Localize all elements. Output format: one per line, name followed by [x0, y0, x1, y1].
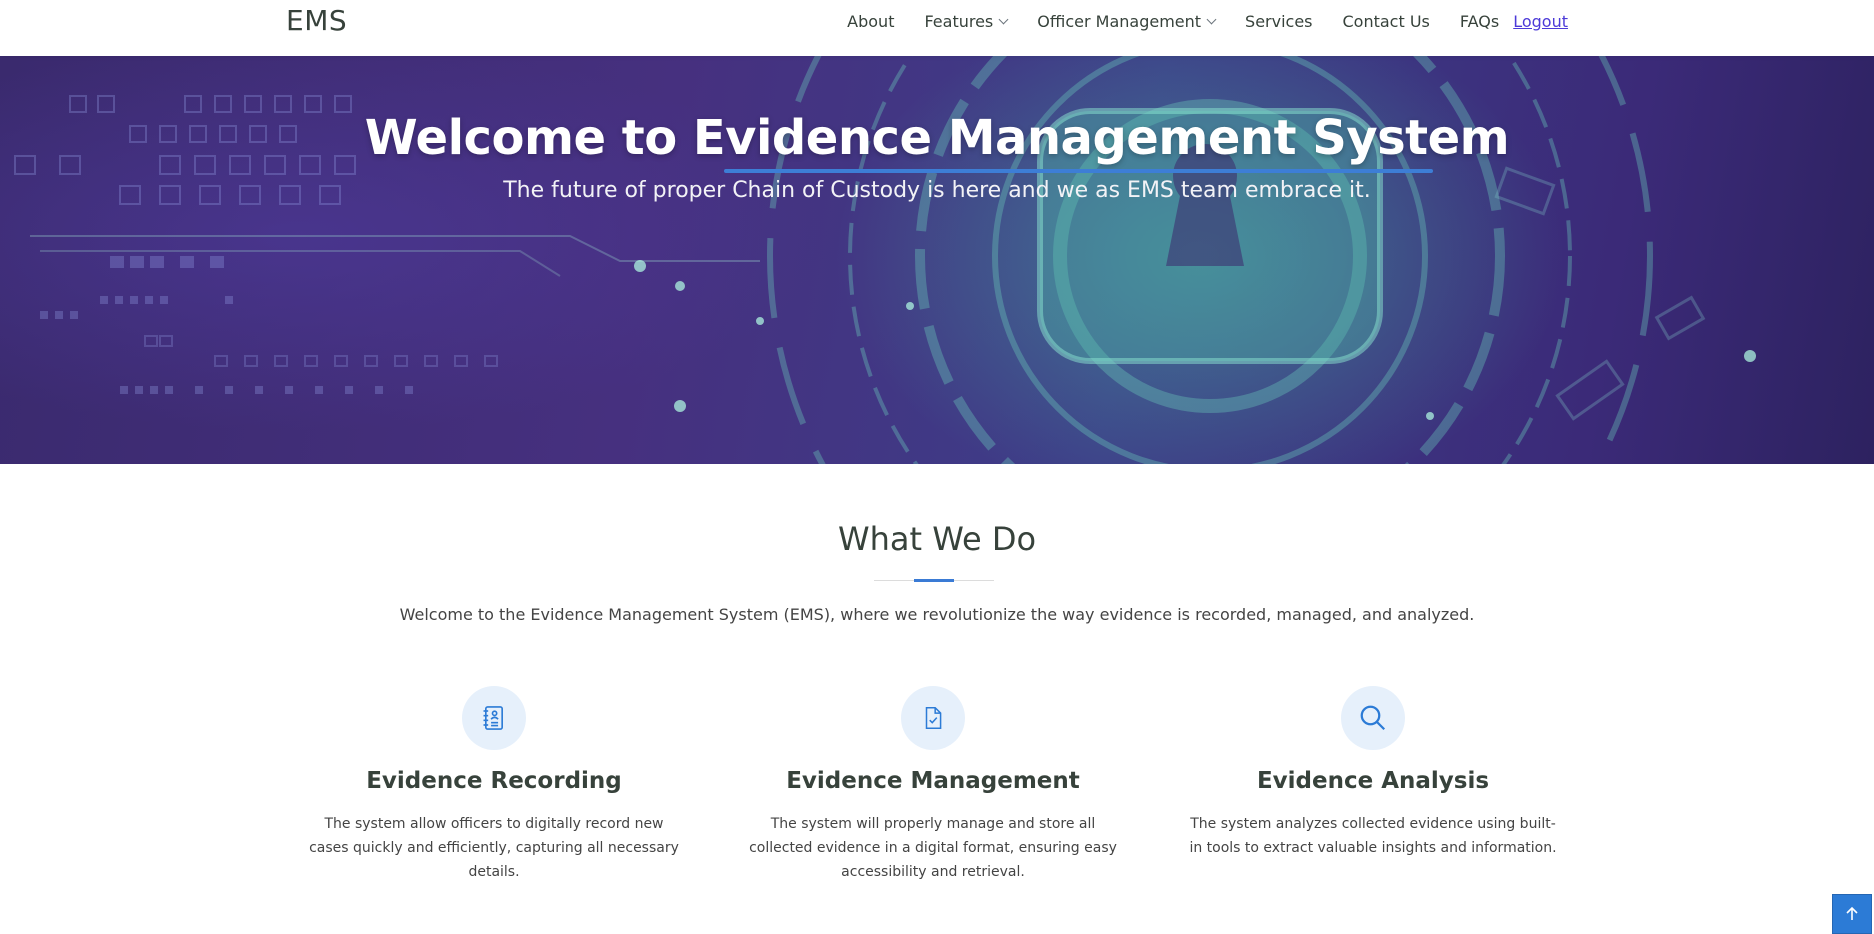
chevron-down-icon — [998, 14, 1009, 24]
nav-about-label: About — [847, 11, 895, 31]
section-title-accent — [914, 579, 954, 582]
feature-icon-wrapper — [1341, 686, 1405, 750]
nav-contact-us[interactable]: Contact Us — [1343, 12, 1430, 31]
hero-subtitle: The future of proper Chain of Custody is… — [503, 178, 1371, 203]
file-check-icon — [925, 706, 942, 730]
section-title: What We Do — [837, 520, 1037, 558]
nav-faqs-label: FAQs — [1459, 11, 1500, 31]
back-to-top-button[interactable] — [1832, 894, 1872, 934]
section-description: Welcome to the Evidence Management Syste… — [399, 605, 1475, 624]
nav-features-label: Features — [924, 11, 994, 31]
hero-title: Welcome to Evidence Management System — [364, 110, 1510, 166]
logout-link[interactable]: Logout — [1513, 12, 1568, 31]
nav-officer-management[interactable]: Officer Management — [1037, 11, 1217, 31]
feature-icon-wrapper — [462, 686, 526, 750]
feature-evidence-recording: Evidence Recording The system allow offi… — [304, 686, 684, 884]
site-header: EMS About Features Officer Management Se… — [0, 0, 1874, 56]
feature-text: The system allow officers to digitally r… — [309, 816, 679, 880]
nav-features[interactable]: Features — [924, 11, 1009, 31]
nav-services-label: Services — [1245, 11, 1313, 31]
feature-title: Evidence Analysis — [1256, 768, 1490, 794]
hero-banner: Welcome to Evidence Management System Th… — [0, 56, 1874, 464]
main-nav: About Features Officer Management Servic… — [847, 10, 1568, 32]
nav-faqs[interactable]: FAQs — [1460, 12, 1499, 31]
feature-title: Evidence Management — [786, 768, 1080, 794]
site-logo[interactable]: EMS — [286, 4, 347, 37]
feature-title: Evidence Recording — [366, 768, 622, 794]
nav-about[interactable]: About — [847, 12, 894, 31]
chevron-down-icon — [1206, 14, 1217, 24]
feature-evidence-management: Evidence Management The system will prop… — [743, 686, 1123, 884]
feature-text: The system analyzes collected evidence u… — [1189, 816, 1557, 856]
nav-officer-management-label: Officer Management — [1037, 11, 1202, 31]
feature-evidence-analysis: Evidence Analysis The system analyzes co… — [1183, 686, 1563, 860]
nav-contact-us-label: Contact Us — [1342, 11, 1430, 31]
hero-title-underline — [724, 169, 1433, 173]
search-icon — [1360, 705, 1386, 731]
feature-text: The system will properly manage and stor… — [749, 816, 1117, 880]
nav-services[interactable]: Services — [1245, 12, 1312, 31]
arrow-up-icon — [1846, 906, 1858, 920]
journal-icon — [483, 706, 503, 730]
feature-icon-wrapper — [901, 686, 965, 750]
